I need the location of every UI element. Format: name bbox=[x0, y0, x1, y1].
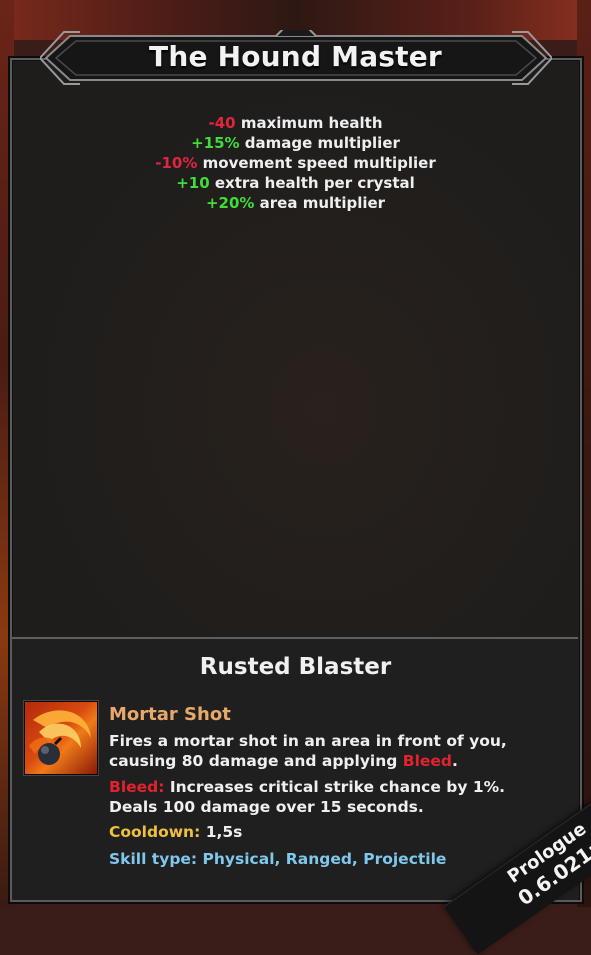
stat-value: -10% bbox=[155, 154, 198, 172]
stat-label: extra health per crystal bbox=[214, 174, 415, 192]
stat-value: +20% bbox=[205, 194, 255, 212]
stat-label: area multiplier bbox=[259, 194, 386, 212]
skill-type: Skill type: Physical, Ranged, Projectile bbox=[109, 850, 447, 868]
skill-name: Mortar Shot bbox=[109, 704, 231, 725]
mortar-fireball-icon[interactable] bbox=[24, 701, 98, 775]
stat-line: +15% damage multiplier bbox=[0, 133, 591, 153]
cooldown: Cooldown: 1,5s bbox=[109, 823, 242, 841]
skill-description: Fires a mortar shot in an area in front … bbox=[109, 731, 549, 771]
skill-desc-end: . bbox=[452, 752, 458, 770]
stat-label: damage multiplier bbox=[244, 134, 400, 152]
stat-value: +10 bbox=[176, 174, 210, 192]
fireball-graphic bbox=[29, 710, 91, 765]
stat-label: maximum health bbox=[240, 114, 383, 132]
stat-line: -10% movement speed multiplier bbox=[0, 153, 591, 173]
item-title: Rusted Blaster bbox=[199, 654, 392, 680]
stat-value: +15% bbox=[191, 134, 240, 152]
stat-value: -40 bbox=[208, 114, 236, 132]
stat-list: -40 maximum health +15% damage multiplie… bbox=[0, 113, 591, 213]
bleed-keyword: Bleed bbox=[402, 752, 453, 770]
cooldown-value: 1,5s bbox=[200, 823, 243, 841]
bleed-description: Bleed: Increases critical strike chance … bbox=[109, 777, 549, 817]
stat-line: +10 extra health per crystal bbox=[0, 173, 591, 193]
cooldown-label: Cooldown: bbox=[109, 823, 201, 841]
page-title: The Hound Master bbox=[149, 40, 442, 73]
stat-line: -40 maximum health bbox=[0, 113, 591, 133]
bleed-text: Increases critical strike chance by 1%. … bbox=[109, 778, 506, 816]
bleed-label: Bleed: bbox=[109, 778, 165, 796]
stat-label: movement speed multiplier bbox=[202, 154, 436, 172]
stat-line: +20% area multiplier bbox=[0, 193, 591, 213]
